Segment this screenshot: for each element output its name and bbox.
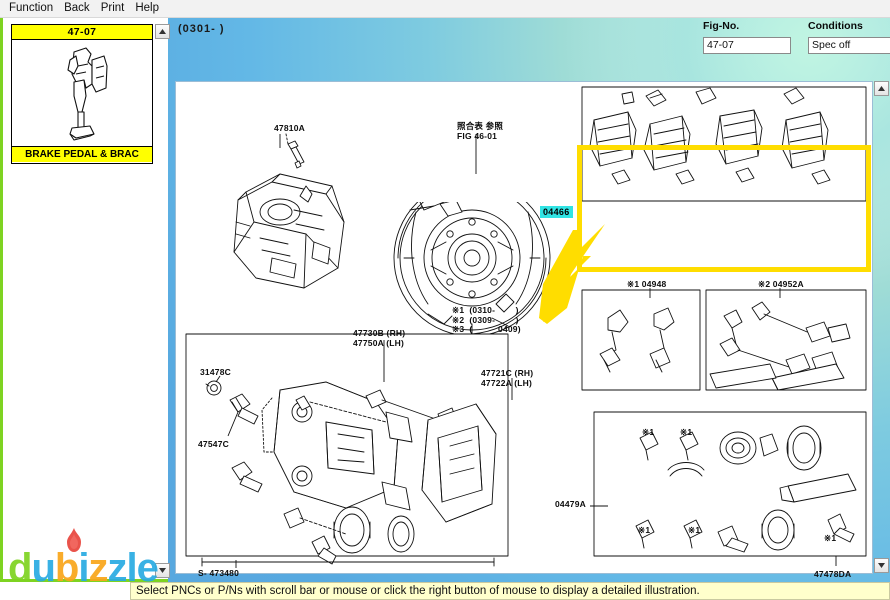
diagram-label-47478da: 47478DA	[814, 569, 852, 579]
diagram-label-04952a: ※2 04952A	[758, 279, 804, 289]
fig-no-field-group: Fig-No.	[703, 20, 791, 54]
triangle-up-icon	[878, 86, 885, 91]
menu-help[interactable]: Help	[131, 1, 166, 16]
menu-bar: Function Back Print Help	[0, 0, 890, 18]
diagram-label-31478c: 31478C	[200, 367, 231, 377]
diagram-marker-1b: ※1	[680, 427, 693, 437]
menu-back[interactable]: Back	[60, 1, 97, 16]
parts-illustration-frame[interactable]: 47810A 照合表 参照 FIG 46-01 ※1 04948 ※2 0495…	[175, 81, 873, 579]
diagram-label-04479a: 04479A	[555, 499, 586, 509]
selected-part-number-badge[interactable]: 04466	[540, 206, 573, 218]
diagram-marker-1c: ※1	[638, 525, 651, 535]
diagram-label-47721c-47722a: 47721C (RH) 47722A (LH)	[481, 368, 534, 388]
navigator-scroll-up-button[interactable]	[155, 24, 170, 39]
figure-thumbnail-card[interactable]: 47-07 BRAKE PEDAL & BRAC	[11, 24, 153, 164]
diagram-label-s473480: S- 473480	[198, 568, 240, 578]
parts-illustration-drawing	[185, 82, 867, 568]
illustration-scroll-down-button[interactable]	[874, 558, 889, 573]
diagram-label-47547c: 47547C	[198, 439, 229, 449]
status-bar: Select PNCs or P/Ns with scroll bar or m…	[130, 582, 890, 600]
thumbnail-caption: BRAKE PEDAL & BRAC	[12, 146, 152, 162]
conditions-label: Conditions	[808, 20, 863, 32]
brake-pedal-sketch-icon	[67, 47, 108, 141]
menu-function[interactable]: Function	[5, 1, 60, 16]
illustration-viewport: (0301- ) 47810A 照合表 参照 FIG 46-01 ※1 0494…	[168, 18, 890, 582]
triangle-down-icon	[159, 568, 166, 573]
diagram-label-47810a: 47810A	[274, 123, 305, 133]
fig-no-input[interactable]	[703, 36, 791, 54]
illustration-scroll-up-button[interactable]	[874, 81, 889, 96]
triangle-down-icon	[878, 563, 885, 568]
diagram-marker-1a: ※1	[642, 427, 655, 437]
figure-navigator-panel: 47-07 BRAKE PEDAL & BRAC	[0, 18, 170, 582]
navigator-scroll-down-button[interactable]	[155, 563, 170, 578]
diagram-marker-1d: ※1	[688, 525, 701, 535]
menu-print[interactable]: Print	[97, 1, 132, 16]
diagram-label-fig-reference: 照合表 参照 FIG 46-01	[457, 121, 504, 141]
fig-no-label: Fig-No.	[703, 20, 740, 32]
status-bar-left-filler	[0, 582, 130, 600]
diagram-label-notes: ※1 (0310- ) ※2 (0309- ) ※3 ( 0409)	[452, 305, 521, 334]
thumbnail-fig-number: 47-07	[12, 25, 152, 40]
thumbnail-illustration	[12, 40, 152, 146]
conditions-input[interactable]	[808, 36, 890, 54]
diagram-label-47730b-47750a: 47730B (RH) 47750A (LH)	[353, 328, 406, 348]
figure-date-range: (0301- )	[178, 23, 225, 35]
conditions-field-group: Conditions	[808, 20, 890, 54]
triangle-up-icon	[159, 29, 166, 34]
figure-search-form: Fig-No. Conditions	[703, 20, 890, 64]
epc-application-window: Function Back Print Help 47-07 BRAKE PED…	[0, 0, 890, 600]
diagram-label-04948: ※1 04948	[627, 279, 667, 289]
diagram-marker-1e: ※1	[824, 533, 837, 543]
